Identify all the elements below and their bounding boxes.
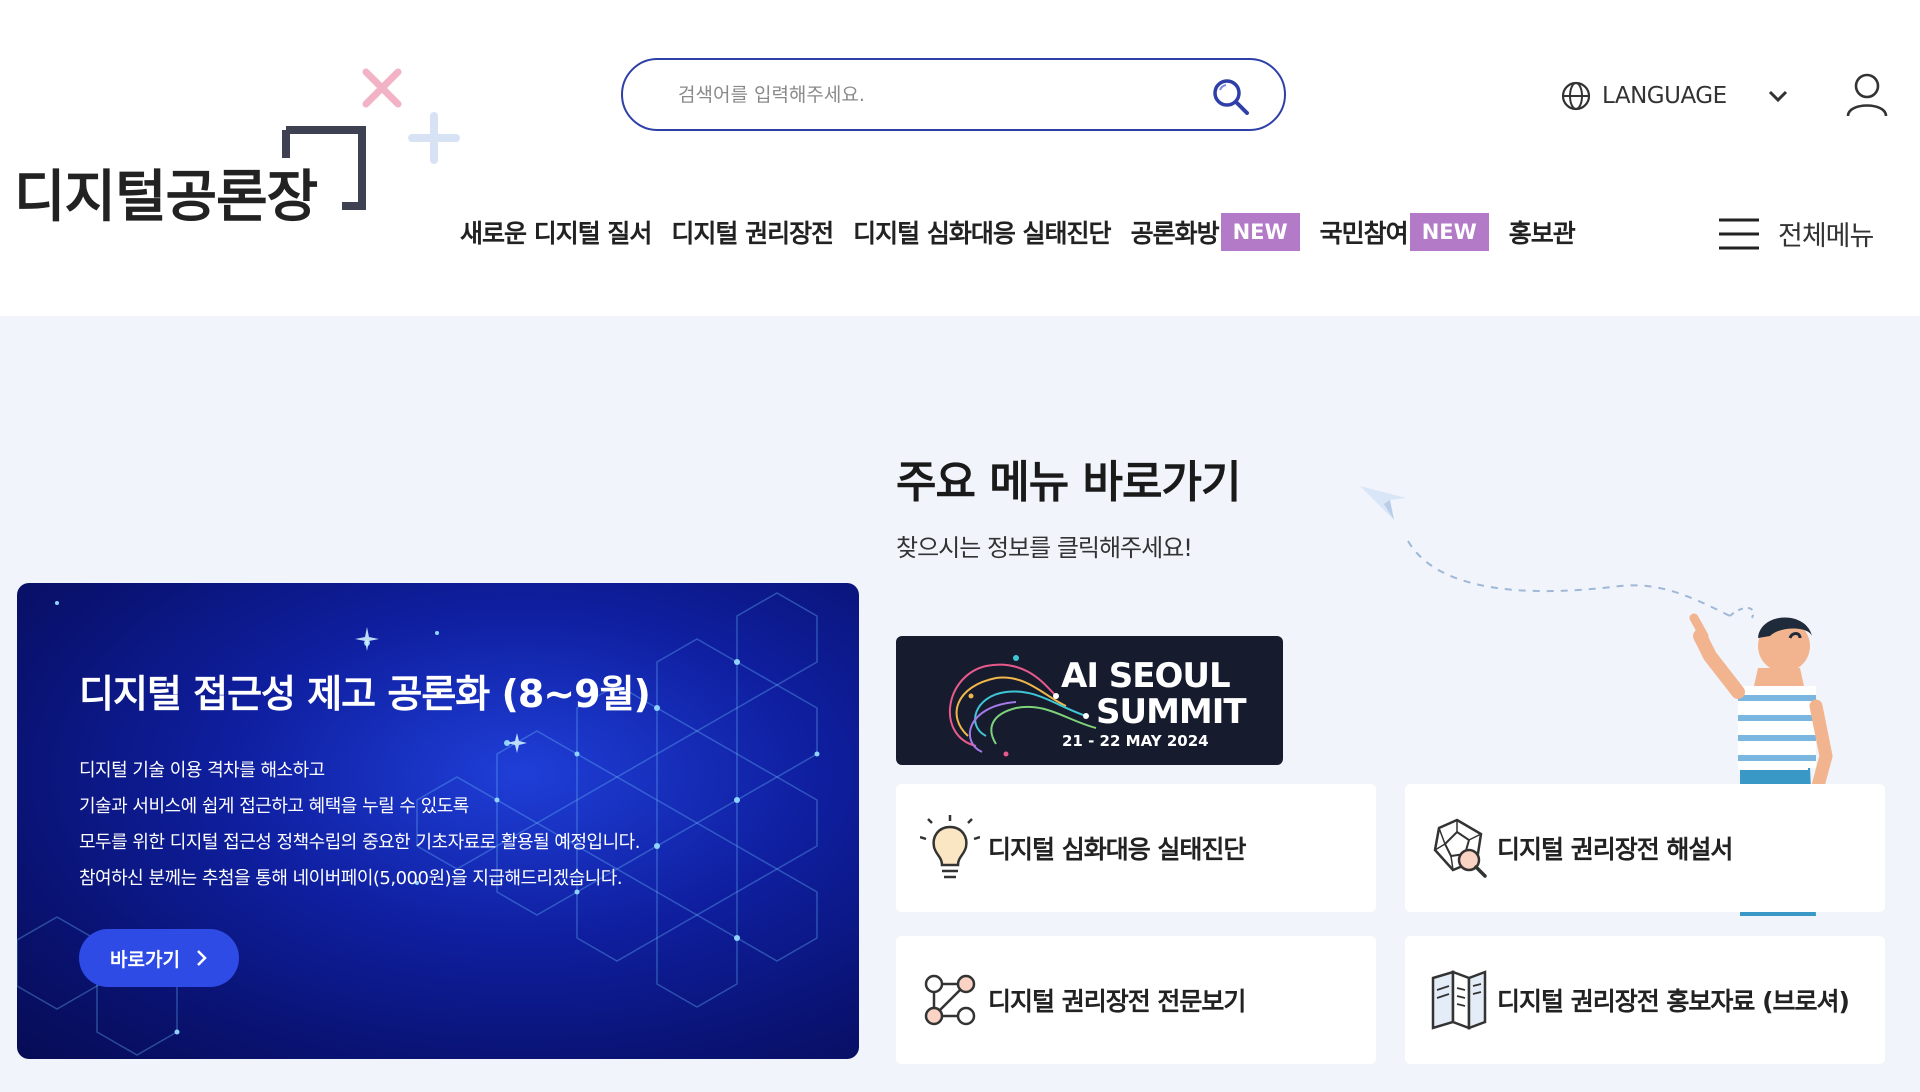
quick-menu-subtitle: 찾으시는 정보를 클릭해주세요!	[896, 534, 1193, 562]
promo-banner[interactable]: 디지털 접근성 제고 공론화 (8~9월) 디지털 기술 이용 격차를 해소하고…	[17, 583, 859, 1059]
card-label: 디지털 권리장전 홍보자료 (브로셔)	[1497, 987, 1850, 1016]
language-selector[interactable]: LANGUAGE	[1560, 78, 1789, 114]
new-badge: NEW	[1220, 213, 1300, 251]
site-header: 디지털공론장 LANGUAGE 새로운 디지털 질서 디지털 권	[0, 0, 1920, 316]
site-logo[interactable]: 디지털공론장	[14, 60, 474, 240]
nav-item-pr-hall[interactable]: 홍보관	[1508, 214, 1576, 250]
nav-label: 홍보관	[1508, 219, 1576, 248]
banner-desc-line: 디지털 기술 이용 격차를 해소하고	[79, 760, 325, 781]
nav-item-digital-diagnosis[interactable]: 디지털 심화대응 실태진단	[853, 214, 1111, 250]
main-nav: 새로운 디지털 질서 디지털 권리장전 디지털 심화대응 실태진단 공론화방 NE…	[460, 210, 1576, 254]
logo-text: 디지털공론장	[14, 165, 318, 230]
main-content: 디지털 접근성 제고 공론화 (8~9월) 디지털 기술 이용 격차를 해소하고…	[0, 316, 1920, 1092]
quick-card-commentary[interactable]: 디지털 권리장전 해설서	[1405, 784, 1885, 912]
quick-menu-title: 주요 메뉴 바로가기	[896, 457, 1241, 508]
search-icon	[1213, 79, 1249, 115]
card-label: 디지털 심화대응 실태진단	[988, 835, 1246, 864]
lightbulb-icon	[920, 815, 980, 879]
analysis-icon	[1433, 818, 1487, 878]
nav-item-new-digital-order[interactable]: 새로운 디지털 질서	[460, 214, 652, 250]
search-button[interactable]	[1210, 76, 1250, 116]
hamburger-icon	[1719, 218, 1759, 249]
user-button[interactable]	[1845, 72, 1889, 122]
nav-label: 디지털 심화대응 실태진단	[853, 219, 1111, 248]
nav-label: 새로운 디지털 질서	[460, 219, 652, 248]
banner-go-button[interactable]: 바로가기	[79, 929, 239, 987]
chevron-right-icon	[197, 950, 207, 966]
summit-date: 21 - 22 MAY 2024	[1062, 732, 1209, 750]
quick-card-full-text[interactable]: 디지털 권리장전 전문보기	[896, 936, 1376, 1064]
nav-item-digital-bill-of-rights[interactable]: 디지털 권리장전	[671, 214, 834, 250]
card-label: 디지털 권리장전 전문보기	[988, 987, 1246, 1016]
globe-icon	[1561, 81, 1591, 111]
all-menu-label: 전체메뉴	[1778, 221, 1874, 252]
new-badge: NEW	[1409, 213, 1489, 251]
banner-desc-line: 모두를 위한 디지털 접근성 정책수립의 중요한 기초자료로 활용될 예정입니다…	[79, 832, 640, 853]
banner-desc-line: 기술과 서비스에 쉽게 접근하고 혜택을 누릴 수 있도록	[79, 796, 469, 817]
search-box	[621, 58, 1286, 131]
card-label: 디지털 권리장전 해설서	[1497, 835, 1733, 864]
brochure-icon	[1431, 970, 1487, 1030]
banner-description: 디지털 기술 이용 격차를 해소하고 기술과 서비스에 쉽게 접근하고 혜택을 …	[79, 753, 640, 897]
nav-label: 디지털 권리장전	[671, 219, 834, 248]
network-icon	[924, 974, 976, 1026]
all-menu-button[interactable]: 전체메뉴	[1718, 214, 1874, 253]
summit-title-line2: SUMMIT	[1096, 692, 1247, 732]
banner-button-label: 바로가기	[110, 948, 180, 971]
nav-label: 국민참여	[1319, 219, 1409, 248]
user-icon	[1846, 73, 1888, 117]
summit-title-line1: AI SEOUL	[1061, 656, 1231, 696]
ai-seoul-summit-banner[interactable]: AI SEOUL SUMMIT 21 - 22 MAY 2024	[896, 636, 1283, 765]
nav-item-citizen-participation[interactable]: 국민참여 NEW	[1320, 213, 1489, 251]
banner-desc-line: 참여하신 분께는 추첨을 통해 네이버페이(5,000원)을 지급해드리겠습니다…	[79, 868, 623, 889]
nav-label: 공론화방	[1130, 219, 1220, 248]
quick-card-diagnosis[interactable]: 디지털 심화대응 실태진단	[896, 784, 1376, 912]
language-label: LANGUAGE	[1602, 83, 1727, 109]
quick-card-brochure[interactable]: 디지털 권리장전 홍보자료 (브로셔)	[1405, 936, 1885, 1064]
nav-item-public-forum[interactable]: 공론화방 NEW	[1131, 213, 1300, 251]
banner-title: 디지털 접근성 제고 공론화 (8~9월)	[79, 672, 651, 716]
chevron-down-icon	[1768, 90, 1787, 103]
search-input[interactable]	[678, 83, 1284, 106]
